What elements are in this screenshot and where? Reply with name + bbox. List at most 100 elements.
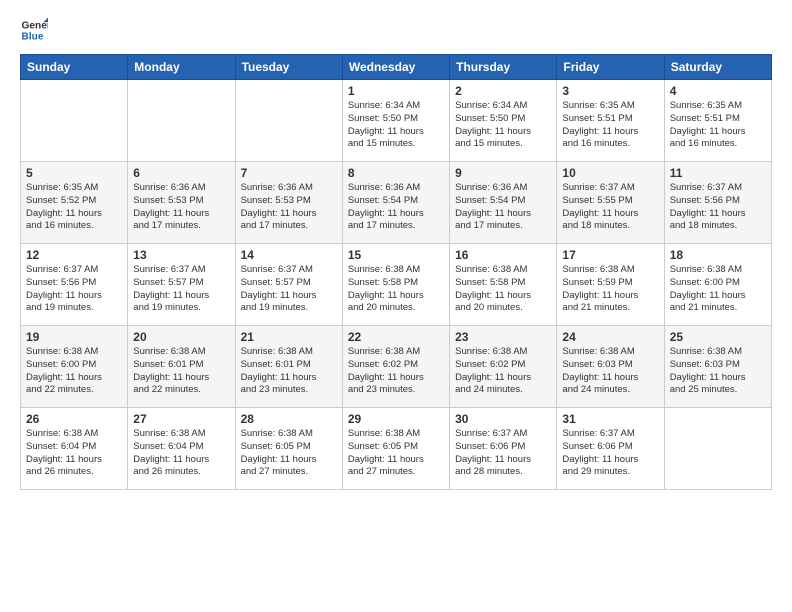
day-info: Sunrise: 6:37 AM Sunset: 5:56 PM Dayligh… [670,182,766,233]
day-number: 15 [348,248,444,262]
calendar-cell: 30 Sunrise: 6:37 AM Sunset: 6:06 PM Dayli… [450,408,557,490]
day-number: 22 [348,330,444,344]
day-info: Sunrise: 6:36 AM Sunset: 5:54 PM Dayligh… [348,182,444,233]
calendar-cell: 15 Sunrise: 6:38 AM Sunset: 5:58 PM Dayli… [342,244,449,326]
day-info: Sunrise: 6:36 AM Sunset: 5:53 PM Dayligh… [133,182,229,233]
page: General Blue SundayMondayTuesdayWednesda… [0,0,792,612]
day-info: Sunrise: 6:38 AM Sunset: 6:02 PM Dayligh… [455,346,551,397]
day-number: 19 [26,330,122,344]
day-number: 31 [562,412,658,426]
day-info: Sunrise: 6:35 AM Sunset: 5:51 PM Dayligh… [670,100,766,151]
weekday-header-monday: Monday [128,55,235,80]
day-number: 25 [670,330,766,344]
day-info: Sunrise: 6:36 AM Sunset: 5:54 PM Dayligh… [455,182,551,233]
calendar-cell: 31Sunrise: 6:37 AM Sunset: 6:06 PM Dayli… [557,408,664,490]
day-number: 28 [241,412,337,426]
day-info: Sunrise: 6:37 AM Sunset: 5:57 PM Dayligh… [241,264,337,315]
day-info: Sunrise: 6:36 AM Sunset: 5:53 PM Dayligh… [241,182,337,233]
calendar-cell: 2 Sunrise: 6:34 AM Sunset: 5:50 PM Daylig… [450,80,557,162]
calendar-cell: 21 Sunrise: 6:38 AM Sunset: 6:01 PM Dayli… [235,326,342,408]
calendar: SundayMondayTuesdayWednesdayThursdayFrid… [20,54,772,490]
calendar-cell: 3 Sunrise: 6:35 AM Sunset: 5:51 PM Daylig… [557,80,664,162]
calendar-cell: 29 Sunrise: 6:38 AM Sunset: 6:05 PM Dayli… [342,408,449,490]
day-info: Sunrise: 6:35 AM Sunset: 5:52 PM Dayligh… [26,182,122,233]
day-number: 3 [562,84,658,98]
day-number: 7 [241,166,337,180]
day-number: 26 [26,412,122,426]
calendar-cell: 27 Sunrise: 6:38 AM Sunset: 6:04 PM Dayli… [128,408,235,490]
weekday-header-tuesday: Tuesday [235,55,342,80]
day-info: Sunrise: 6:34 AM Sunset: 5:50 PM Dayligh… [348,100,444,151]
calendar-cell [128,80,235,162]
day-info: Sunrise: 6:37 AM Sunset: 5:56 PM Dayligh… [26,264,122,315]
calendar-cell: 9 Sunrise: 6:36 AM Sunset: 5:54 PM Daylig… [450,162,557,244]
calendar-week-row: 12 Sunrise: 6:37 AM Sunset: 5:56 PM Dayli… [21,244,772,326]
calendar-cell [664,408,771,490]
day-number: 6 [133,166,229,180]
calendar-cell: 19Sunrise: 6:38 AM Sunset: 6:00 PM Dayli… [21,326,128,408]
calendar-cell: 7 Sunrise: 6:36 AM Sunset: 5:53 PM Daylig… [235,162,342,244]
logo-icon: General Blue [20,16,48,44]
calendar-week-row: 26 Sunrise: 6:38 AM Sunset: 6:04 PM Dayli… [21,408,772,490]
calendar-week-row: 1 Sunrise: 6:34 AM Sunset: 5:50 PM Daylig… [21,80,772,162]
calendar-cell [21,80,128,162]
calendar-cell: 24 Sunrise: 6:38 AM Sunset: 6:03 PM Dayli… [557,326,664,408]
day-number: 18 [670,248,766,262]
calendar-cell: 1 Sunrise: 6:34 AM Sunset: 5:50 PM Daylig… [342,80,449,162]
day-number: 21 [241,330,337,344]
day-info: Sunrise: 6:38 AM Sunset: 6:03 PM Dayligh… [670,346,766,397]
day-number: 9 [455,166,551,180]
calendar-cell: 6 Sunrise: 6:36 AM Sunset: 5:53 PM Daylig… [128,162,235,244]
calendar-cell: 12 Sunrise: 6:37 AM Sunset: 5:56 PM Dayli… [21,244,128,326]
calendar-cell: 23 Sunrise: 6:38 AM Sunset: 6:02 PM Dayli… [450,326,557,408]
day-number: 30 [455,412,551,426]
weekday-header-friday: Friday [557,55,664,80]
day-info: Sunrise: 6:37 AM Sunset: 5:57 PM Dayligh… [133,264,229,315]
calendar-cell: 16 Sunrise: 6:38 AM Sunset: 5:58 PM Dayli… [450,244,557,326]
day-info: Sunrise: 6:34 AM Sunset: 5:50 PM Dayligh… [455,100,551,151]
weekday-header-thursday: Thursday [450,55,557,80]
calendar-cell: 8 Sunrise: 6:36 AM Sunset: 5:54 PM Daylig… [342,162,449,244]
calendar-cell: 5Sunrise: 6:35 AM Sunset: 5:52 PM Daylig… [21,162,128,244]
day-number: 8 [348,166,444,180]
day-info: Sunrise: 6:38 AM Sunset: 6:05 PM Dayligh… [241,428,337,479]
day-info: Sunrise: 6:38 AM Sunset: 5:58 PM Dayligh… [348,264,444,315]
day-number: 23 [455,330,551,344]
day-number: 2 [455,84,551,98]
day-info: Sunrise: 6:35 AM Sunset: 5:51 PM Dayligh… [562,100,658,151]
day-info: Sunrise: 6:38 AM Sunset: 6:02 PM Dayligh… [348,346,444,397]
calendar-cell: 22 Sunrise: 6:38 AM Sunset: 6:02 PM Dayli… [342,326,449,408]
day-info: Sunrise: 6:38 AM Sunset: 6:01 PM Dayligh… [241,346,337,397]
calendar-cell: 18 Sunrise: 6:38 AM Sunset: 6:00 PM Dayli… [664,244,771,326]
day-number: 29 [348,412,444,426]
calendar-cell [235,80,342,162]
weekday-header-wednesday: Wednesday [342,55,449,80]
calendar-cell: 28 Sunrise: 6:38 AM Sunset: 6:05 PM Dayli… [235,408,342,490]
day-number: 1 [348,84,444,98]
day-info: Sunrise: 6:38 AM Sunset: 6:00 PM Dayligh… [670,264,766,315]
calendar-cell: 13 Sunrise: 6:37 AM Sunset: 5:57 PM Dayli… [128,244,235,326]
day-info: Sunrise: 6:38 AM Sunset: 6:03 PM Dayligh… [562,346,658,397]
calendar-week-row: 5Sunrise: 6:35 AM Sunset: 5:52 PM Daylig… [21,162,772,244]
calendar-cell: 10 Sunrise: 6:37 AM Sunset: 5:55 PM Dayli… [557,162,664,244]
day-info: Sunrise: 6:38 AM Sunset: 5:58 PM Dayligh… [455,264,551,315]
day-number: 16 [455,248,551,262]
day-info: Sunrise: 6:38 AM Sunset: 6:04 PM Dayligh… [133,428,229,479]
calendar-cell: 11Sunrise: 6:37 AM Sunset: 5:56 PM Dayli… [664,162,771,244]
calendar-week-row: 19Sunrise: 6:38 AM Sunset: 6:00 PM Dayli… [21,326,772,408]
weekday-header-sunday: Sunday [21,55,128,80]
day-info: Sunrise: 6:37 AM Sunset: 5:55 PM Dayligh… [562,182,658,233]
day-number: 14 [241,248,337,262]
svg-text:Blue: Blue [22,31,44,42]
day-number: 13 [133,248,229,262]
day-number: 12 [26,248,122,262]
day-info: Sunrise: 6:38 AM Sunset: 5:59 PM Dayligh… [562,264,658,315]
day-info: Sunrise: 6:38 AM Sunset: 6:05 PM Dayligh… [348,428,444,479]
calendar-cell: 14 Sunrise: 6:37 AM Sunset: 5:57 PM Dayli… [235,244,342,326]
day-number: 24 [562,330,658,344]
day-info: Sunrise: 6:37 AM Sunset: 6:06 PM Dayligh… [455,428,551,479]
day-number: 27 [133,412,229,426]
day-number: 4 [670,84,766,98]
day-number: 17 [562,248,658,262]
day-number: 10 [562,166,658,180]
